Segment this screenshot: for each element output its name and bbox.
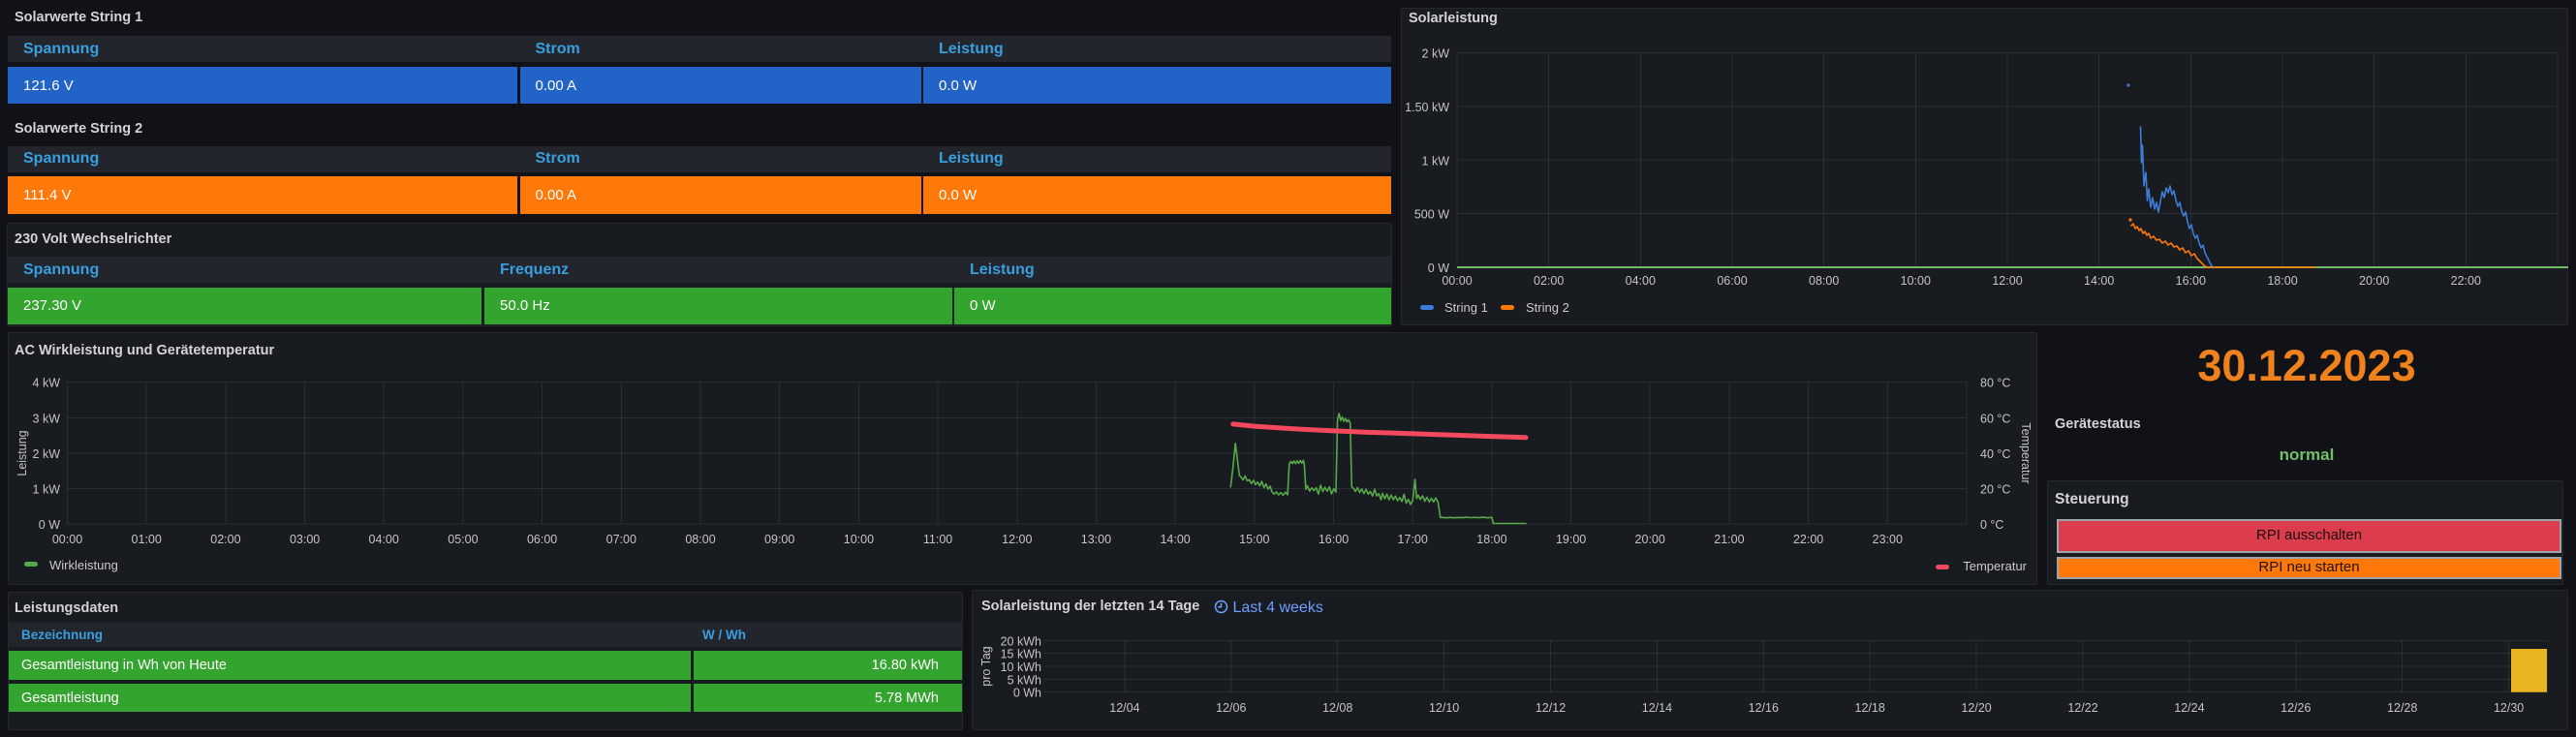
svg-text:05:00: 05:00	[448, 533, 478, 546]
svg-text:12/18: 12/18	[1855, 701, 1885, 715]
svg-text:0 °C: 0 °C	[1980, 518, 2003, 532]
svg-text:12/28: 12/28	[2387, 701, 2417, 715]
svg-text:13:00: 13:00	[1081, 533, 1111, 546]
svg-text:12/30: 12/30	[2494, 701, 2524, 715]
svg-text:12/10: 12/10	[1429, 701, 1459, 715]
svg-text:07:00: 07:00	[606, 533, 636, 546]
svg-text:18:00: 18:00	[2267, 274, 2297, 288]
svg-text:08:00: 08:00	[1809, 274, 1839, 288]
svg-text:1 kW: 1 kW	[1422, 154, 1450, 168]
svg-text:00:00: 00:00	[1442, 274, 1472, 288]
svg-text:Temperatur: Temperatur	[1963, 559, 2027, 573]
svg-text:12:00: 12:00	[1992, 274, 2022, 288]
svg-text:12/04: 12/04	[1109, 701, 1139, 715]
svg-text:Temperatur: Temperatur	[2019, 422, 2033, 483]
svg-text:0 Wh: 0 Wh	[1013, 687, 1041, 700]
svg-text:22:00: 22:00	[2451, 274, 2481, 288]
svg-text:22:00: 22:00	[1793, 533, 1823, 546]
svg-text:pro Tag: pro Tag	[979, 646, 993, 687]
svg-text:02:00: 02:00	[1534, 274, 1564, 288]
svg-text:12/14: 12/14	[1642, 701, 1672, 715]
svg-text:20 °C: 20 °C	[1980, 483, 2010, 497]
svg-text:09:00: 09:00	[764, 533, 794, 546]
svg-text:14:00: 14:00	[1160, 533, 1190, 546]
svg-text:16:00: 16:00	[1319, 533, 1349, 546]
svg-text:12/22: 12/22	[2067, 701, 2097, 715]
svg-text:10:00: 10:00	[1901, 274, 1931, 288]
svg-text:1 kW: 1 kW	[33, 483, 61, 497]
svg-text:23:00: 23:00	[1873, 533, 1903, 546]
svg-text:03:00: 03:00	[290, 533, 320, 546]
svg-text:String 1: String 1	[1444, 300, 1488, 315]
svg-text:12/20: 12/20	[1961, 701, 1991, 715]
svg-text:04:00: 04:00	[1626, 274, 1656, 288]
svg-text:11:00: 11:00	[923, 533, 952, 546]
svg-text:0 W: 0 W	[39, 518, 60, 532]
svg-text:2 kW: 2 kW	[1422, 47, 1450, 61]
svg-text:20 kWh: 20 kWh	[1001, 634, 1041, 648]
svg-text:4 kW: 4 kW	[33, 377, 61, 390]
svg-text:04:00: 04:00	[369, 533, 399, 546]
svg-text:06:00: 06:00	[1717, 274, 1747, 288]
svg-text:12/12: 12/12	[1536, 701, 1566, 715]
svg-text:60 °C: 60 °C	[1980, 412, 2010, 425]
svg-text:10:00: 10:00	[844, 533, 874, 546]
svg-text:17:00: 17:00	[1398, 533, 1428, 546]
svg-text:06:00: 06:00	[527, 533, 557, 546]
svg-text:12:00: 12:00	[1002, 533, 1032, 546]
svg-text:20:00: 20:00	[2359, 274, 2389, 288]
svg-text:12/26: 12/26	[2281, 701, 2311, 715]
svg-text:12/06: 12/06	[1216, 701, 1246, 715]
svg-text:01:00: 01:00	[132, 533, 162, 546]
svg-text:12/16: 12/16	[1749, 701, 1779, 715]
svg-text:40 °C: 40 °C	[1980, 447, 2010, 461]
svg-text:00:00: 00:00	[52, 533, 82, 546]
svg-text:500 W: 500 W	[1414, 208, 1449, 222]
svg-text:1.50 kW: 1.50 kW	[1405, 101, 1449, 114]
svg-text:02:00: 02:00	[210, 533, 240, 546]
svg-text:80 °C: 80 °C	[1980, 377, 2010, 390]
svg-text:2 kW: 2 kW	[33, 447, 61, 461]
svg-text:21:00: 21:00	[1714, 533, 1744, 546]
svg-text:15:00: 15:00	[1239, 533, 1269, 546]
svg-text:18:00: 18:00	[1476, 533, 1506, 546]
svg-text:12/08: 12/08	[1322, 701, 1352, 715]
svg-text:12/24: 12/24	[2174, 701, 2204, 715]
svg-text:5 kWh: 5 kWh	[1008, 673, 1041, 687]
svg-text:10 kWh: 10 kWh	[1001, 660, 1041, 674]
svg-text:14:00: 14:00	[2084, 274, 2114, 288]
svg-text:08:00: 08:00	[685, 533, 715, 546]
svg-text:20:00: 20:00	[1635, 533, 1665, 546]
svg-text:19:00: 19:00	[1556, 533, 1586, 546]
svg-text:Wirkleistung: Wirkleistung	[49, 558, 118, 572]
svg-text:Leistung: Leistung	[16, 430, 29, 476]
svg-text:15 kWh: 15 kWh	[1001, 648, 1041, 661]
svg-text:0 W: 0 W	[1428, 261, 1449, 275]
svg-text:16:00: 16:00	[2176, 274, 2206, 288]
svg-text:3 kW: 3 kW	[33, 412, 61, 425]
svg-text:String 2: String 2	[1526, 300, 1569, 315]
